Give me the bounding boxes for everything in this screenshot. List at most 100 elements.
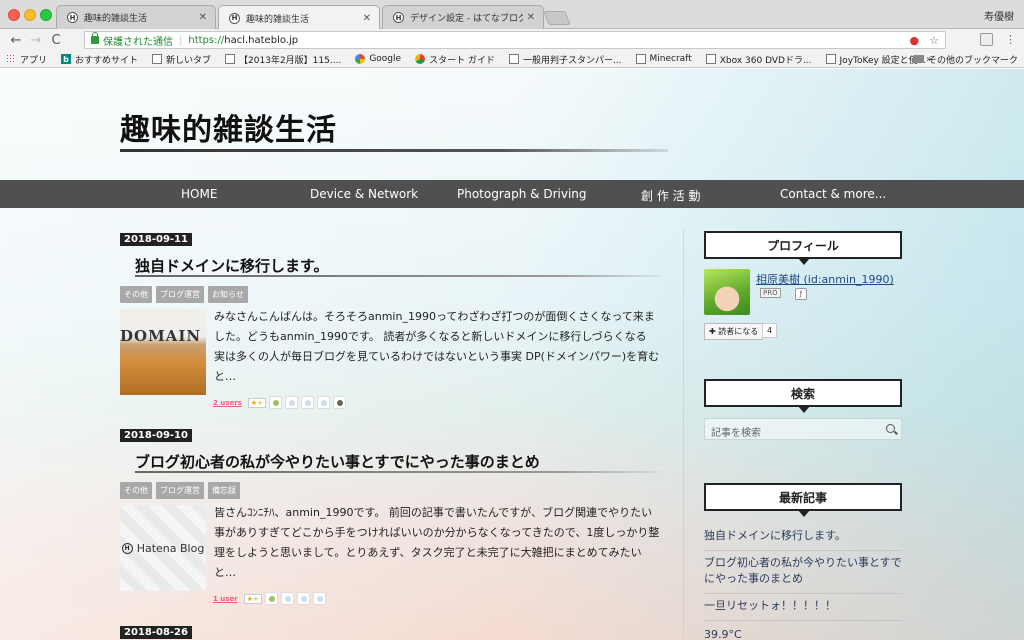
entry-title[interactable]: 独自ドメインに移行します。 [135, 255, 329, 276]
tab-strip: H 趣味的雑談生活 ✕ H 趣味的雑談生活 ✕ H デザイン設定 - はてなブロ… [0, 0, 1024, 30]
entry-excerpt: みなさんこんばんは。そろそろanmin_1990ってわざわざ打つのが面倒くさくな… [214, 310, 660, 383]
bookmarks-bar: アプリ b おすすめサイト 新しいタブ 【2013年2月版】115.... Google ス… [0, 51, 1024, 68]
tab-3-label: デザイン設定 - はてなブログ [410, 14, 523, 24]
page-icon [508, 54, 519, 64]
category-tag[interactable]: お知らせ [208, 286, 248, 303]
profile-link[interactable]: 相原美樹 (id:anmin_1990) [756, 271, 894, 287]
category-tag[interactable]: その他 [120, 482, 152, 499]
bookmark-item[interactable]: 新しいタブ [152, 53, 211, 66]
follower-count[interactable]: 4 [762, 323, 778, 338]
blog-title[interactable]: 趣味的雑談生活 [120, 105, 337, 149]
page-icon [705, 54, 716, 64]
user-favicon-icon[interactable] [264, 592, 278, 605]
url-scheme: https:// [188, 34, 225, 46]
bookmark-item[interactable]: 【2013年2月版】115.... [225, 53, 341, 66]
entry-date[interactable]: 2018-09-10 [120, 429, 192, 442]
close-icon[interactable]: ✕ [527, 12, 535, 23]
g-icon [355, 54, 366, 64]
recent-entry-link[interactable]: ブログ初心者の私が今やりたい事とすでにやった事のまとめ [704, 551, 902, 594]
category-tag[interactable]: その他 [120, 286, 152, 303]
user-favicon-icon[interactable] [268, 396, 282, 409]
nav-device-network[interactable]: Device & Network [310, 187, 418, 201]
user-favicon-icon[interactable] [296, 592, 310, 605]
other-bookmarks[interactable]: その他のブックマーク [912, 53, 1018, 66]
browser-toolbar: ← → C 保護された通信 | https:// hacl.hateblo.jp… [0, 29, 1024, 51]
lock-icon [91, 32, 99, 44]
bookmark-item[interactable]: b おすすめサイト [61, 53, 138, 66]
entry-date[interactable]: 2018-08-26 [120, 626, 192, 639]
grid-icon [6, 54, 16, 64]
entry-thumbnail[interactable]: H Hatena Blog [120, 505, 206, 591]
tab-1[interactable]: H 趣味的雑談生活 ✕ [56, 5, 216, 29]
close-window-button[interactable] [8, 9, 20, 21]
nav-photograph-driving[interactable]: Photograph & Driving [457, 187, 587, 201]
link-icon[interactable]: ƒ [795, 288, 807, 300]
user-favicon-icon[interactable] [284, 396, 298, 409]
bing-icon: b [61, 54, 72, 64]
entry-title[interactable]: ブログ初心者の私が今やりたい事とすでにやった事のまとめ [135, 451, 540, 472]
bookmark-item[interactable]: スタート ガイド [415, 53, 495, 66]
block-indicator-icon[interactable]: ● [910, 34, 920, 47]
search-input[interactable]: 記事を検索 [704, 418, 902, 440]
bookmark-item[interactable]: Xbox 360 DVDドラ... [705, 53, 812, 66]
bookmark-label: 新しいタブ [166, 55, 212, 66]
category-tag[interactable]: ブログ運営 [156, 482, 204, 499]
user-favicon-icon[interactable] [332, 396, 346, 409]
sidebar-heading-profile: プロフィール [704, 231, 902, 265]
category-tag[interactable]: ブログ運営 [156, 286, 204, 303]
bookmark-item[interactable]: Google [355, 54, 401, 64]
nav-contact[interactable]: Contact & more... [780, 187, 886, 201]
page-icon [152, 54, 163, 64]
recent-entry-link[interactable]: 独自ドメインに移行します。 [704, 524, 902, 551]
bookmark-row: 2 users ★+ [213, 396, 346, 409]
hatena-favicon-icon: H [393, 12, 404, 23]
zoom-window-button[interactable] [40, 9, 52, 21]
search-placeholder: 記事を検索 [711, 428, 761, 439]
nav-home[interactable]: HOME [181, 187, 217, 201]
follow-button[interactable]: ✚ 読者になる [704, 323, 764, 340]
entry-date[interactable]: 2018-09-11 [120, 233, 192, 246]
url-host: hacl.hateblo.jp [224, 34, 299, 46]
nav-creative[interactable]: 創 作 活 動 [641, 187, 700, 204]
tab-3[interactable]: H デザイン設定 - はてなブログ ✕ [382, 5, 544, 29]
profile-name[interactable]: 寿優樹 [984, 8, 1014, 23]
bookmark-label: スタート ガイド [429, 55, 495, 66]
page-icon [635, 54, 646, 64]
tab-2-active[interactable]: H 趣味的雑談生活 ✕ [218, 5, 380, 30]
menu-icon[interactable]: ⋮ [1005, 33, 1016, 46]
bookmark-row: 1 user ★+ [213, 592, 326, 605]
bookmark-item[interactable]: Minecraft [635, 54, 692, 64]
user-favicon-icon[interactable] [316, 396, 330, 409]
bookmark-users-count[interactable]: 2 users [213, 399, 242, 407]
search-icon[interactable] [886, 424, 895, 433]
bookmark-label: Google [369, 54, 402, 64]
recent-entry-link[interactable]: 一旦リセットォ！！！！！ [704, 594, 902, 621]
column-divider [683, 229, 684, 640]
address-bar[interactable]: 保護された通信 | https:// hacl.hateblo.jp ● ☆ [84, 31, 946, 49]
sidebar-heading-recent: 最新記事 [704, 483, 902, 517]
user-favicon-icon[interactable] [300, 396, 314, 409]
bookmark-label: おすすめサイト [75, 55, 139, 66]
avatar[interactable] [704, 269, 750, 315]
forward-arrow-icon[interactable]: → [26, 33, 46, 48]
bookmark-star-icon[interactable]: ☆ [929, 34, 939, 47]
category-list: その他 ブログ運営 備忘録 [120, 482, 240, 499]
bookmark-item[interactable]: アプリ [6, 53, 47, 66]
reload-icon[interactable]: C [46, 33, 66, 48]
minimize-window-button[interactable] [24, 9, 36, 21]
star-button[interactable]: ★+ [243, 593, 262, 604]
close-icon[interactable]: ✕ [199, 12, 207, 23]
bookmark-users-count[interactable]: 1 user [213, 595, 238, 603]
close-icon[interactable]: ✕ [363, 13, 371, 24]
extension-icon[interactable] [980, 33, 993, 46]
user-favicon-icon[interactable] [280, 592, 294, 605]
user-favicon-icon[interactable] [312, 592, 326, 605]
category-tag[interactable]: 備忘録 [208, 482, 240, 499]
new-tab-button[interactable] [543, 11, 571, 25]
entry-thumbnail[interactable]: DOMAIN [120, 309, 206, 395]
bookmark-item[interactable]: 一般用判子スタンパー... [508, 53, 622, 66]
star-button[interactable]: ★+ [247, 397, 266, 408]
back-arrow-icon[interactable]: ← [6, 33, 26, 48]
bookmark-item[interactable]: JoyToKey 設定と使... [825, 53, 926, 66]
recent-entries-list: 独自ドメインに移行します。 ブログ初心者の私が今やりたい事とすでにやった事のまと… [704, 524, 902, 621]
